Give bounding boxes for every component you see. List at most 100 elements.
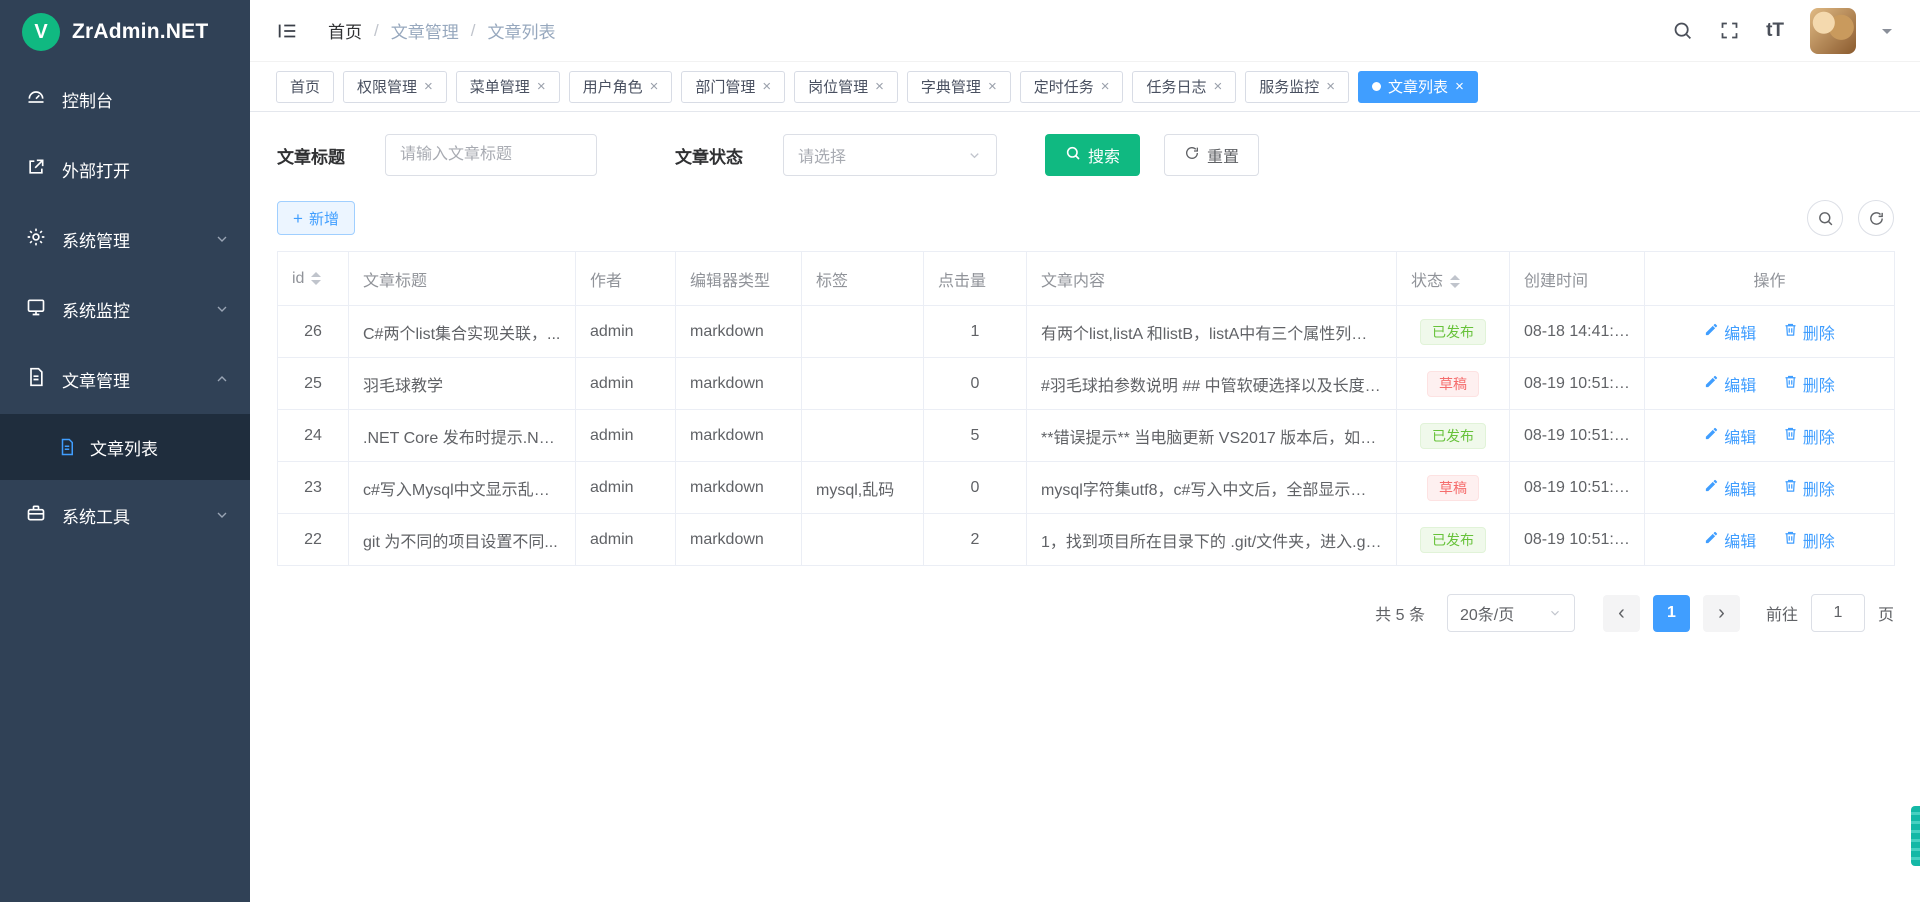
table-toolbar: + 新增	[277, 200, 1894, 236]
tab-label: 用户角色	[583, 76, 643, 97]
page-size-value: 20条/页	[1460, 601, 1514, 625]
table-row: 22 git 为不同的项目设置不同... admin markdown 2 1，…	[278, 514, 1895, 566]
cell-author: admin	[576, 462, 676, 514]
fullscreen-icon[interactable]	[1719, 20, 1740, 41]
tab-label: 服务监控	[1259, 76, 1319, 97]
edit-label: 编辑	[1724, 528, 1756, 552]
sort-icon[interactable]	[311, 272, 321, 285]
topbar-actions: tT	[1672, 8, 1892, 54]
tab-home[interactable]: 首页	[276, 71, 334, 103]
page-number-button[interactable]: 1	[1653, 595, 1690, 632]
cell-status: 已发布	[1397, 410, 1510, 462]
edit-button[interactable]: 编辑	[1704, 320, 1756, 344]
tab-service-monitor[interactable]: 服务监控 ×	[1245, 71, 1349, 103]
sidebar-item-dashboard[interactable]: 控制台	[0, 64, 250, 134]
close-icon[interactable]: ×	[1101, 79, 1110, 94]
close-icon[interactable]: ×	[650, 79, 659, 94]
tab-post-mgmt[interactable]: 岗位管理×	[794, 71, 898, 103]
main-area: 首页 / 文章管理 / 文章列表 tT 首页 权限管理× 菜单管理× 用户角色 ×…	[250, 0, 1920, 902]
article-title-input[interactable]	[385, 134, 597, 176]
delete-button[interactable]: 删除	[1783, 320, 1835, 344]
plus-icon: +	[293, 210, 303, 227]
tab-permission-mgmt[interactable]: 权限管理×	[343, 71, 447, 103]
column-header-status[interactable]: 状态	[1397, 252, 1510, 306]
close-icon[interactable]: ×	[424, 79, 433, 94]
breadcrumb: 首页 / 文章管理 / 文章列表	[328, 18, 555, 43]
reset-button[interactable]: 重置	[1164, 134, 1259, 176]
tab-dept-mgmt[interactable]: 部门管理×	[681, 71, 785, 103]
user-avatar[interactable]	[1810, 8, 1856, 54]
chevron-up-icon	[214, 371, 230, 387]
trash-icon	[1783, 426, 1798, 446]
toggle-search-button[interactable]	[1807, 200, 1843, 236]
pagination-goto: 前往 页	[1766, 594, 1894, 632]
sidebar-item-label: 外部打开	[62, 157, 130, 182]
tab-task-log[interactable]: 任务日志×	[1132, 71, 1236, 103]
sidebar-collapse-icon[interactable]	[276, 20, 298, 42]
breadcrumb-separator: /	[471, 21, 476, 41]
chevron-down-icon	[1548, 606, 1562, 620]
sidebar-item-system-monitor[interactable]: 系统监控	[0, 274, 250, 344]
tab-scheduled-task[interactable]: 定时任务×	[1020, 71, 1124, 103]
close-icon[interactable]: ×	[537, 79, 546, 94]
delete-button[interactable]: 删除	[1783, 424, 1835, 448]
breadcrumb-article-mgmt[interactable]: 文章管理	[391, 18, 459, 43]
cell-tags	[802, 410, 924, 462]
cell-title: git 为不同的项目设置不同...	[349, 514, 576, 566]
close-icon[interactable]: ×	[762, 79, 771, 94]
column-label: 文章标题	[363, 273, 427, 290]
refresh-table-button[interactable]	[1858, 200, 1894, 236]
prev-page-button[interactable]: ‹	[1603, 595, 1640, 632]
sidebar-item-system-tools[interactable]: 系统工具	[0, 480, 250, 550]
cell-title: c#写入Mysql中文显示乱码 ...	[349, 462, 576, 514]
close-icon[interactable]: ×	[1214, 79, 1223, 94]
tab-article-list[interactable]: 文章列表×	[1358, 71, 1478, 103]
chevron-down-icon	[214, 301, 230, 317]
page-size-select[interactable]: 20条/页	[1447, 594, 1575, 632]
article-status-select[interactable]: 请选择	[783, 134, 997, 176]
edit-button[interactable]: 编辑	[1704, 528, 1756, 552]
cell-id: 25	[278, 358, 349, 410]
close-icon[interactable]: ×	[1326, 79, 1335, 94]
pagination-total: 共 5 条	[1375, 601, 1425, 625]
cell-created: 08-19 10:51:29	[1510, 358, 1645, 410]
pencil-icon	[1704, 478, 1719, 498]
cell-content: 1，找到项目所在目录下的 .git/文件夹，进入.git/...	[1027, 514, 1397, 566]
scrollbar-thumb[interactable]	[1911, 806, 1920, 866]
goto-page-input[interactable]	[1811, 594, 1865, 632]
edit-button[interactable]: 编辑	[1704, 372, 1756, 396]
caret-down-icon[interactable]	[1882, 29, 1892, 39]
breadcrumb-separator: /	[374, 21, 379, 41]
close-icon[interactable]: ×	[875, 79, 884, 94]
delete-button[interactable]: 删除	[1783, 372, 1835, 396]
column-header-id[interactable]: id	[278, 252, 349, 306]
external-link-icon	[26, 157, 46, 182]
column-label: 作者	[590, 273, 622, 290]
delete-button[interactable]: 删除	[1783, 528, 1835, 552]
sidebar-item-article-mgmt[interactable]: 文章管理	[0, 344, 250, 414]
tab-user-role[interactable]: 用户角色 ×	[569, 71, 673, 103]
edit-label: 编辑	[1724, 476, 1756, 500]
tab-menu-mgmt[interactable]: 菜单管理×	[456, 71, 560, 103]
delete-button[interactable]: 删除	[1783, 476, 1835, 500]
font-size-icon[interactable]: tT	[1766, 20, 1784, 42]
sidebar-item-system-mgmt[interactable]: 系统管理	[0, 204, 250, 274]
pencil-icon	[1704, 426, 1719, 446]
next-page-button[interactable]: ›	[1703, 595, 1740, 632]
search-button[interactable]: 搜索	[1045, 134, 1140, 176]
sidebar-item-external-open[interactable]: 外部打开	[0, 134, 250, 204]
delete-label: 删除	[1803, 372, 1835, 396]
chevron-down-icon	[214, 231, 230, 247]
status-badge: 已发布	[1420, 319, 1486, 345]
edit-button[interactable]: 编辑	[1704, 476, 1756, 500]
sidebar-subitem-article-list[interactable]: 文章列表	[0, 414, 250, 480]
add-button[interactable]: + 新增	[277, 201, 355, 235]
close-icon[interactable]: ×	[988, 79, 997, 94]
article-title-label: 文章标题	[277, 143, 345, 168]
breadcrumb-home[interactable]: 首页	[328, 18, 362, 43]
search-icon[interactable]	[1672, 20, 1693, 41]
edit-button[interactable]: 编辑	[1704, 424, 1756, 448]
close-icon[interactable]: ×	[1455, 79, 1464, 94]
sort-icon[interactable]	[1450, 275, 1460, 288]
tab-dict-mgmt[interactable]: 字典管理×	[907, 71, 1011, 103]
